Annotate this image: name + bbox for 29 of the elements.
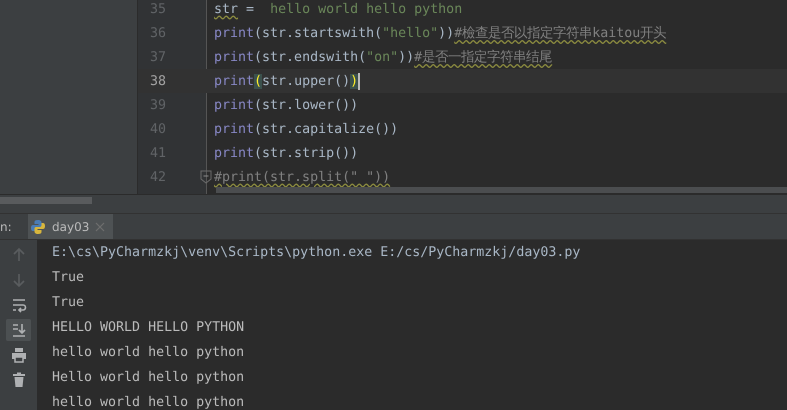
up-arrow-icon xyxy=(10,247,26,263)
output-line: hello world hello python xyxy=(52,344,244,362)
horizontal-scrollbar[interactable] xyxy=(216,187,787,193)
code-line: str = hello world hello python xyxy=(214,2,462,16)
line-number: 38 xyxy=(149,74,168,88)
code-line: print(str.capitalize()) xyxy=(214,122,398,136)
command-line: E:\cs\PyCharmzkj\venv\Scripts\python.exe E:/cs/PyCharmzkj/day03.py xyxy=(52,244,580,262)
trash-icon xyxy=(10,372,26,388)
output-line: hello world hello python xyxy=(52,394,244,410)
printer-icon xyxy=(10,347,26,363)
code-line: #print(str.split(" ")) xyxy=(214,170,390,184)
code-line: print(str.startswith("hello"))#檢查是否以指定字符串kaitou开头 xyxy=(214,24,666,42)
fold-icon[interactable] xyxy=(200,170,212,184)
output-line: HELLO WORLD HELLO PYTHON xyxy=(52,319,244,337)
scroll-to-end-icon xyxy=(10,322,26,338)
output-line: True xyxy=(52,294,84,312)
down-arrow-icon xyxy=(10,272,26,288)
code-line: print(str.lower()) xyxy=(214,98,358,112)
output-line: Hello world hello python xyxy=(52,369,244,387)
code-line: print(str.strip()) xyxy=(214,146,358,160)
code-line: print(str.endswith("on"))#是否一指定字符串结尾 xyxy=(214,48,552,66)
scroll-to-end-button[interactable] xyxy=(6,319,31,341)
run-tab[interactable]: day03 xyxy=(28,214,114,239)
horizontal-scrollbar[interactable] xyxy=(0,197,92,204)
code-line: print(str.upper()) xyxy=(214,72,360,90)
python-icon xyxy=(30,218,46,234)
output-line: True xyxy=(52,269,84,287)
panel-label: n: xyxy=(0,220,13,234)
soft-wrap-icon xyxy=(10,297,26,313)
